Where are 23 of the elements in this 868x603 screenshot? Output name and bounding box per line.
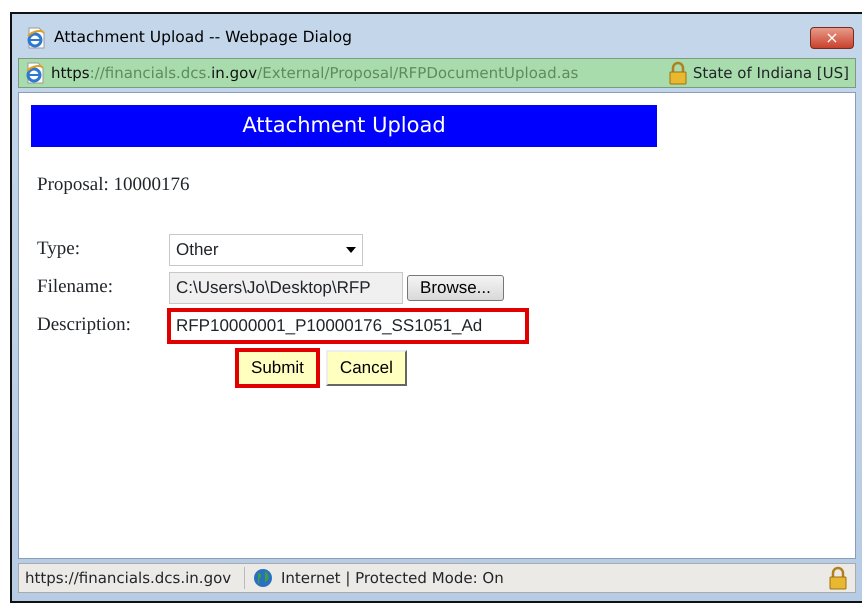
form-button[interactable]: Cancel (326, 350, 407, 386)
url-text: https://financials.dcs.in.gov/External/Proposal/RFPDocumentUpload.as (51, 62, 578, 84)
browse-button[interactable]: Browse... (407, 274, 504, 300)
security-zone: Internet | Protected Mode: On (281, 568, 504, 589)
window-title: Attachment Upload -- Webpage Dialog (54, 27, 352, 48)
address-bar[interactable]: https://financials.dcs.in.gov/External/Proposal/RFPDocumentUpload.as State of Indiana [US] (18, 58, 856, 88)
padlock-icon (668, 61, 687, 85)
filename-field[interactable]: C:\Users\Jo\Desktop\RFP (169, 272, 403, 304)
padlock-icon (829, 566, 847, 590)
status-url: https://financials.dcs.in.gov (19, 566, 245, 590)
field-label: Description: (37, 313, 132, 338)
certificate-label[interactable]: State of Indiana [US] (692, 62, 849, 84)
caret-icon (346, 246, 356, 252)
globe-icon (253, 568, 273, 588)
description-field[interactable]: RFP10000001_P10000176_SS1051_Ad (169, 310, 527, 342)
page-heading: Attachment Upload (31, 105, 657, 147)
field-label: Type: (37, 237, 81, 262)
form-button[interactable]: Submit (237, 350, 318, 386)
type-dropdown[interactable]: Other (169, 234, 363, 266)
browser-icon (26, 27, 46, 49)
browser-icon (25, 62, 45, 84)
proposal-number: Proposal: 10000176 (37, 173, 191, 197)
field-label: Filename: (37, 275, 114, 300)
